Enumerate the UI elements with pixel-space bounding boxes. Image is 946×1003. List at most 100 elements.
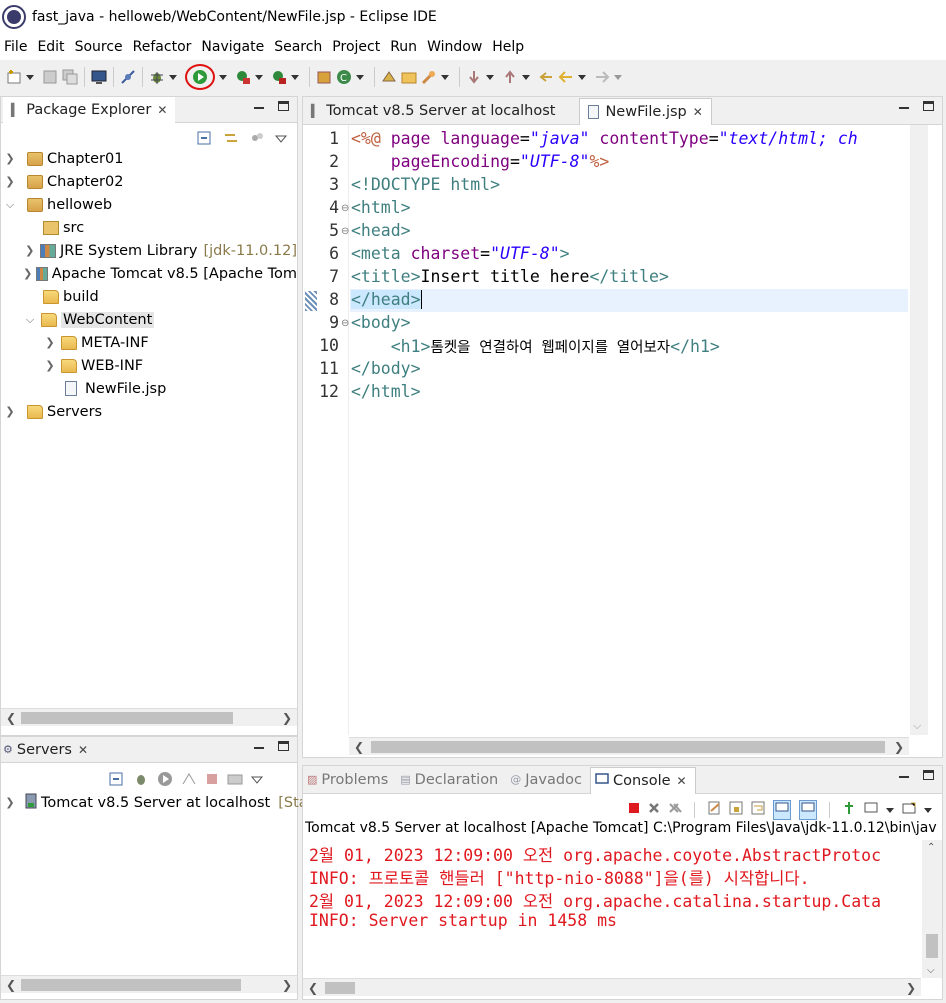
menu-window[interactable]: Window (423, 39, 488, 55)
menu-navigate[interactable]: Navigate (197, 39, 270, 55)
open-folder-icon[interactable] (401, 69, 417, 85)
profile-server-icon[interactable] (181, 772, 197, 790)
menu-file[interactable]: File (0, 39, 33, 55)
show-console-stderr-icon[interactable] (799, 800, 817, 820)
expand-icon[interactable]: ❯ (43, 336, 57, 349)
external-tools-dropdown-icon[interactable] (291, 74, 299, 80)
tab-servers[interactable]: ⚙ Servers ✕ (1, 737, 96, 763)
close-icon[interactable]: ✕ (677, 774, 687, 788)
display-selected-console-icon[interactable] (864, 802, 878, 818)
editor-vscrollbar[interactable]: ⌵ (910, 125, 928, 735)
expand-icon[interactable]: ❯ (43, 359, 57, 372)
tree-item-tomcat-library[interactable]: ❯ Apache Tomcat v8.5 [Apache Tom (1, 262, 297, 285)
terminate-icon[interactable] (628, 802, 640, 818)
maximize-icon[interactable] (278, 101, 289, 111)
tree-item-src[interactable]: src (1, 216, 297, 239)
search-dropdown-icon[interactable] (441, 74, 449, 80)
save-icon[interactable] (42, 69, 58, 85)
remove-launch-icon[interactable] (648, 802, 660, 818)
new-server-icon[interactable] (316, 69, 332, 85)
tree-item-web-inf[interactable]: ❯ WEB-INF (1, 354, 297, 377)
servers-hscrollbar[interactable]: ❮ ❯ (1, 975, 297, 993)
scroll-lock-icon[interactable] (729, 801, 743, 819)
close-icon[interactable]: ✕ (78, 743, 88, 757)
next-annotation-dropdown-icon[interactable] (486, 74, 494, 80)
external-tools-icon[interactable] (271, 69, 287, 85)
start-server-icon[interactable] (157, 771, 173, 791)
menu-source[interactable]: Source (71, 39, 129, 55)
search-icon[interactable] (421, 69, 437, 85)
new-class-dropdown-icon[interactable] (356, 74, 364, 80)
tree-item-servers[interactable]: ❯ Servers (1, 400, 297, 423)
open-console-dropdown-icon[interactable] (924, 807, 932, 813)
scroll-down-icon[interactable]: ⌵ (927, 965, 935, 976)
menu-run[interactable]: Run (386, 39, 423, 55)
scroll-thumb[interactable] (325, 982, 355, 994)
code-area[interactable]: 1 2 3 4 5 6 7 8 9 10 11 12 ⊖ ⊖ ⊖ <%@ pag… (303, 125, 908, 735)
minimize-icon[interactable] (899, 107, 909, 109)
tree-item-newfile-jsp[interactable]: NewFile.jsp (1, 377, 297, 400)
previous-annotation-icon[interactable] (502, 69, 518, 85)
scroll-left-icon[interactable]: ❮ (351, 738, 367, 756)
scroll-left-icon[interactable]: ❮ (305, 979, 321, 997)
scroll-left-icon[interactable]: ❮ (3, 976, 19, 994)
maximize-icon[interactable] (278, 741, 289, 751)
tab-tomcat-server[interactable]: ▍ Tomcat v8.5 Server at localhost (303, 98, 563, 124)
scroll-thumb[interactable] (371, 741, 885, 753)
pin-console-icon[interactable] (842, 801, 856, 819)
scroll-down-icon[interactable]: ⌵ (913, 719, 921, 733)
menu-help[interactable]: Help (488, 39, 530, 55)
view-menu-icon[interactable] (250, 773, 264, 789)
scroll-left-icon[interactable]: ❮ (3, 709, 19, 727)
expand-icon[interactable]: ❯ (23, 267, 32, 280)
maximize-icon[interactable] (923, 770, 934, 780)
fold-icon[interactable]: ⊖ (341, 226, 349, 237)
expand-icon[interactable]: ❯ (3, 152, 17, 165)
scroll-thumb[interactable] (926, 934, 938, 958)
tab-problems[interactable]: ▨ Problems (303, 767, 396, 793)
minimize-icon[interactable] (899, 776, 909, 778)
scroll-right-icon[interactable]: ❯ (903, 979, 919, 997)
last-edit-icon[interactable] (538, 69, 554, 85)
tab-declaration[interactable]: ▤ Declaration (396, 767, 506, 793)
server-entry[interactable]: ❯ Tomcat v8.5 Server at localhost [Star (3, 791, 314, 814)
skip-breakpoints-icon[interactable] (120, 69, 136, 85)
close-icon[interactable]: ✕ (157, 103, 167, 117)
collapse-all-icon[interactable] (109, 772, 125, 790)
tree-item-chapter02[interactable]: ❯ Chapter02 (1, 170, 297, 193)
fold-icon[interactable]: ⊖ (341, 318, 349, 329)
tab-javadoc[interactable]: @ Javadoc (506, 767, 590, 793)
remove-all-icon[interactable] (668, 802, 682, 818)
close-icon[interactable]: ✕ (693, 105, 703, 119)
back-icon[interactable] (558, 69, 574, 85)
back-dropdown-icon[interactable] (578, 74, 586, 80)
debug-server-icon[interactable] (133, 772, 149, 790)
new-class-icon[interactable]: C (336, 69, 352, 85)
tree-item-build[interactable]: build (1, 285, 297, 308)
tab-newfile-jsp[interactable]: NewFile.jsp ✕ (579, 97, 712, 125)
menu-search[interactable]: Search (270, 39, 328, 55)
menu-edit[interactable]: Edit (33, 39, 70, 55)
fold-icon[interactable]: ⊖ (341, 203, 349, 214)
collapse-icon[interactable]: ⌵ (3, 198, 17, 212)
clear-console-icon[interactable] (707, 801, 721, 819)
tab-console[interactable]: Console ✕ (589, 766, 696, 794)
run-dropdown-icon[interactable] (219, 74, 227, 80)
maximize-icon[interactable] (923, 101, 934, 111)
minimize-icon[interactable] (254, 747, 264, 749)
scroll-up-icon[interactable]: ⌃ (927, 842, 935, 853)
expand-icon[interactable]: ❯ (3, 796, 17, 809)
run-icon[interactable] (185, 64, 215, 90)
package-explorer-hscrollbar[interactable]: ❮ ❯ (1, 708, 297, 726)
console-output[interactable]: 2월 01, 2023 12:09:00 오전 org.apache.coyot… (303, 840, 921, 978)
editor-hscrollbar[interactable]: ❮ ❯ (349, 737, 909, 755)
previous-annotation-dropdown-icon[interactable] (522, 74, 530, 80)
forward-icon[interactable] (594, 69, 610, 85)
scroll-right-icon[interactable]: ❯ (279, 709, 295, 727)
console-vscrollbar[interactable]: ⌃ ⌵ (922, 840, 942, 978)
debug-icon[interactable] (149, 69, 165, 85)
scroll-thumb[interactable] (21, 979, 241, 991)
menu-refactor[interactable]: Refactor (129, 39, 198, 55)
new-dropdown-icon[interactable] (26, 74, 34, 80)
scroll-right-icon[interactable]: ❯ (279, 976, 295, 994)
